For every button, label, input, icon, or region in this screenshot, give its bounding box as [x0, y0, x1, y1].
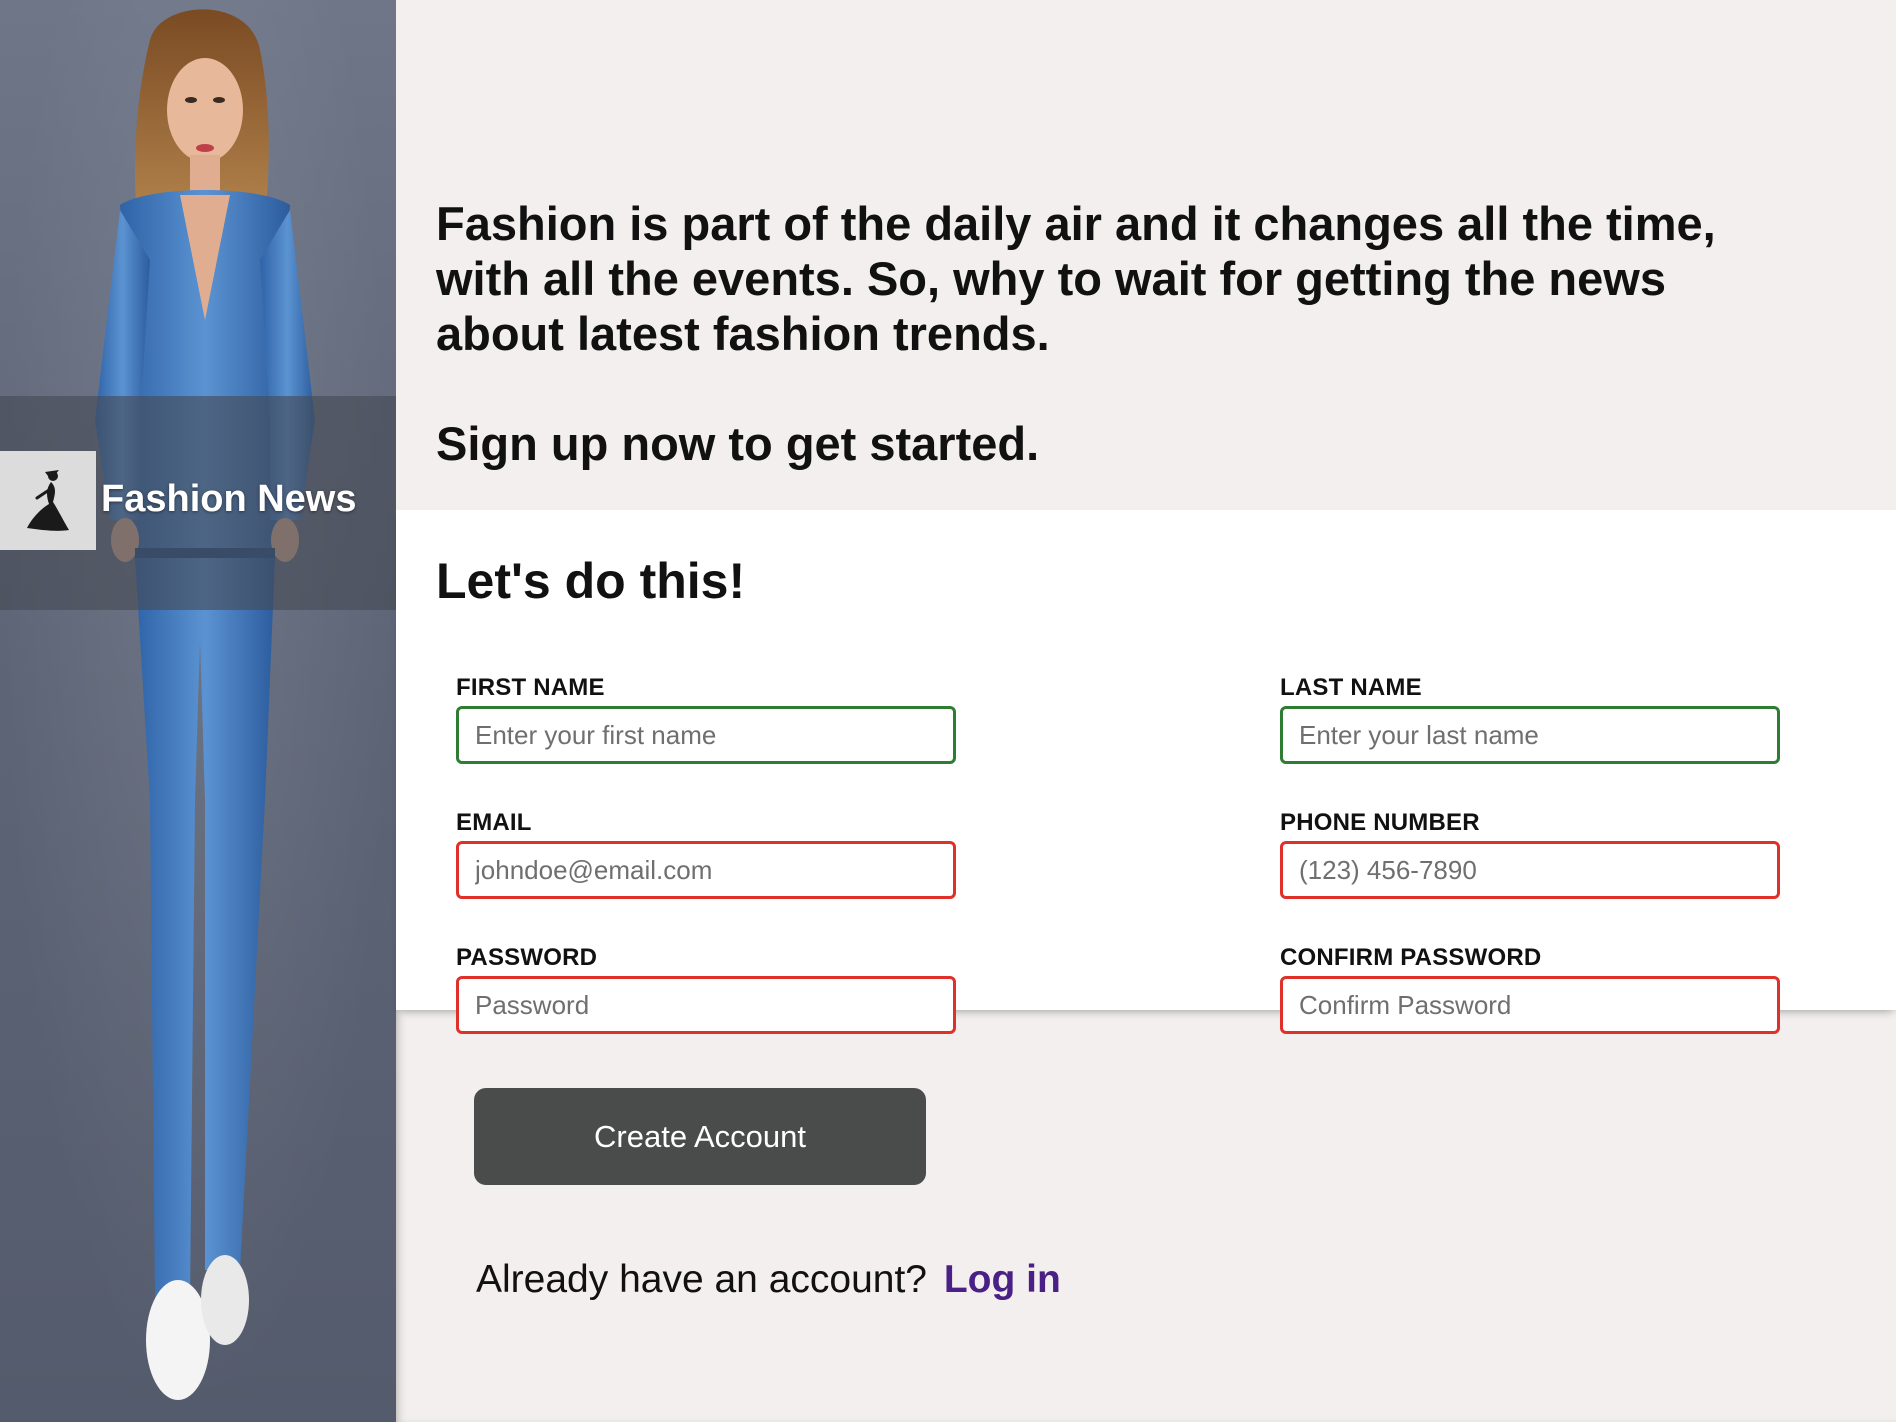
- email-input[interactable]: [456, 841, 956, 899]
- panel-shadow: [396, 1010, 1896, 1422]
- login-link[interactable]: Log in: [944, 1258, 1061, 1301]
- form-title: Let's do this!: [436, 553, 746, 609]
- last-name-input[interactable]: [1280, 706, 1780, 764]
- confirm-password-label: CONFIRM PASSWORD: [1280, 944, 1542, 971]
- intro-section: Fashion is part of the daily air and it …: [436, 196, 1836, 471]
- password-input[interactable]: [456, 976, 956, 1034]
- dancer-icon: [27, 469, 69, 531]
- first-name-label: FIRST NAME: [456, 674, 605, 701]
- phone-label: PHONE NUMBER: [1280, 809, 1480, 836]
- fashion-model-illustration: [95, 9, 315, 1400]
- email-label: EMAIL: [456, 809, 532, 836]
- intro-cta: Sign up now to get started.: [436, 417, 1040, 470]
- brand-logo[interactable]: [0, 451, 96, 550]
- confirm-password-group: CONFIRM PASSWORD: [1280, 944, 1780, 1034]
- email-group: EMAIL: [456, 809, 956, 899]
- last-name-group: LAST NAME: [1280, 674, 1780, 764]
- last-name-label: LAST NAME: [1280, 674, 1422, 701]
- password-group: PASSWORD: [456, 944, 956, 1034]
- phone-group: PHONE NUMBER: [1280, 809, 1780, 899]
- password-label: PASSWORD: [456, 944, 598, 971]
- login-row: Already have an account? Log in: [476, 1258, 1061, 1302]
- phone-input[interactable]: [1280, 841, 1780, 899]
- first-name-input[interactable]: [456, 706, 956, 764]
- hero-side-panel: Fashion News: [0, 0, 396, 1422]
- confirm-password-input[interactable]: [1280, 976, 1780, 1034]
- login-prompt: Already have an account?: [476, 1258, 927, 1301]
- create-account-button[interactable]: Create Account: [474, 1088, 926, 1185]
- first-name-group: FIRST NAME: [456, 674, 956, 764]
- intro-tagline: Fashion is part of the daily air and it …: [436, 197, 1716, 360]
- brand-name: Fashion News: [101, 478, 357, 520]
- signup-page: Fashion News Fashion is part of the dail…: [0, 0, 1896, 1422]
